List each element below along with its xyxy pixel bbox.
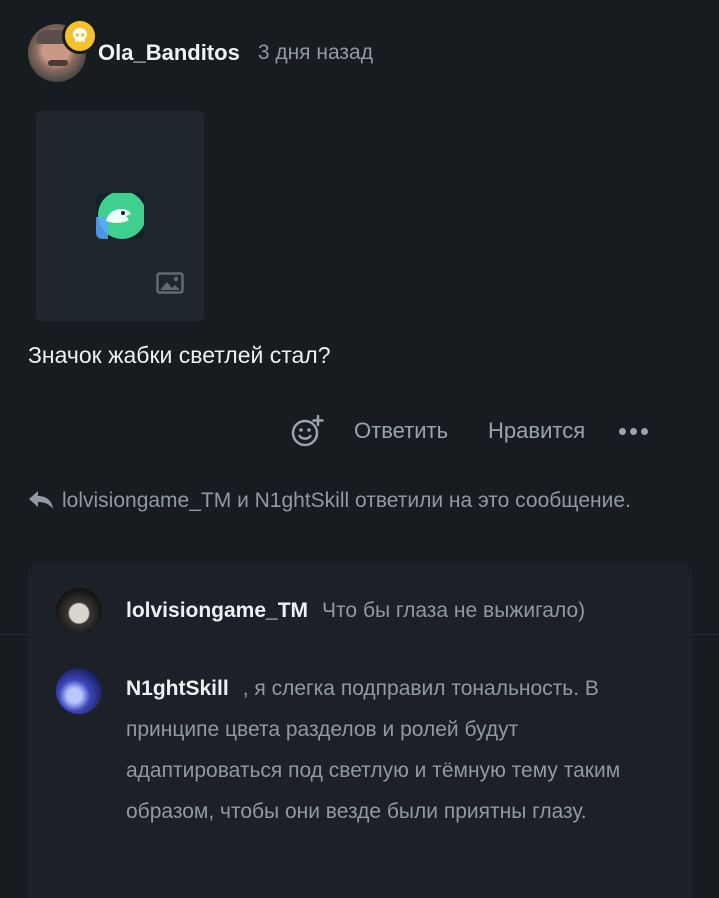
replies-panel: lolvisiongame_TM Что бы глаза не выжигало… bbox=[28, 565, 692, 898]
reply-username[interactable]: lolvisiongame_TM bbox=[126, 599, 308, 622]
author-name[interactable]: Ola_Banditos bbox=[98, 40, 240, 66]
more-horizontal-icon[interactable] bbox=[619, 427, 649, 435]
reply-avatar[interactable] bbox=[56, 668, 102, 714]
reply-item[interactable]: N1ghtSkill, я слегка подправил тональнос… bbox=[56, 668, 671, 832]
image-attachment[interactable] bbox=[36, 111, 204, 321]
frog-logo-icon bbox=[96, 193, 144, 239]
add-reaction-icon[interactable] bbox=[290, 414, 324, 448]
reply-button[interactable]: Ответить bbox=[354, 418, 448, 444]
post-timestamp: 3 дня назад bbox=[257, 41, 373, 64]
reply-username[interactable]: N1ghtSkill bbox=[126, 677, 229, 700]
dot bbox=[630, 427, 638, 435]
replies-summary-text: lolvisiongame_TM и N1ghtSkill ответили н… bbox=[62, 489, 631, 512]
message-text: Значок жабки светлей стал? bbox=[28, 342, 331, 368]
message-actions: Ответить Нравится bbox=[290, 410, 649, 452]
reply-body: lolvisiongame_TM Что бы глаза не выжигало… bbox=[126, 588, 585, 634]
reply-arrow-icon bbox=[28, 486, 56, 522]
image-icon bbox=[156, 272, 184, 299]
skull-icon bbox=[62, 18, 98, 54]
reply-item[interactable]: lolvisiongame_TM Что бы глаза не выжигало… bbox=[56, 588, 585, 634]
reply-body: N1ghtSkill, я слегка подправил тональнос… bbox=[126, 668, 671, 832]
chat-page: Ola_Banditos 3 дня назад Значок жабки св… bbox=[0, 0, 719, 898]
avatar-mustache bbox=[48, 60, 68, 66]
post-header: Ola_Banditos 3 дня назад bbox=[28, 18, 373, 84]
author-avatar[interactable] bbox=[28, 18, 98, 82]
like-button[interactable]: Нравится bbox=[488, 418, 585, 444]
replies-summary[interactable]: lolvisiongame_TM и N1ghtSkill ответили н… bbox=[28, 483, 658, 522]
reply-avatar[interactable] bbox=[56, 588, 102, 634]
reply-text: Что бы глаза не выжигало) bbox=[322, 599, 586, 622]
dot bbox=[619, 427, 627, 435]
dot bbox=[641, 427, 649, 435]
